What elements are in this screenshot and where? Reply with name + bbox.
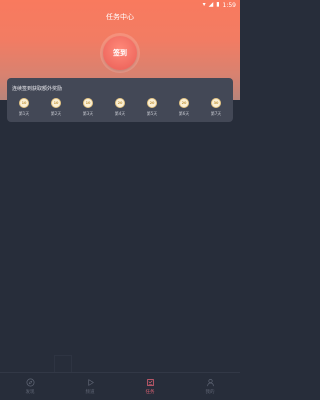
task-icon bbox=[146, 378, 154, 387]
coin-icon: 10 bbox=[51, 98, 61, 108]
streak-day-4: 20 第4天 bbox=[111, 98, 129, 117]
streak-day-5: 20 第5天 bbox=[143, 98, 161, 117]
streak-day-label: 第4天 bbox=[114, 111, 126, 116]
signin-button-ring: 签到 bbox=[100, 33, 140, 73]
tab-tasks[interactable]: 任务 bbox=[120, 373, 180, 400]
status-bar: ▾ ◢ ▮ 1:59 bbox=[0, 0, 240, 10]
compass-icon bbox=[26, 378, 34, 387]
wifi-icon: ▾ bbox=[202, 1, 206, 8]
tab-label: 我的 bbox=[205, 390, 215, 395]
coin-icon: 10 bbox=[83, 98, 93, 108]
signal-icon: ◢ bbox=[208, 1, 214, 8]
streak-day-1: 10 第1天 bbox=[15, 98, 33, 117]
streak-day-label: 第2天 bbox=[50, 111, 62, 116]
streak-day-label: 第6天 bbox=[178, 111, 190, 116]
tab-label: 发现 bbox=[25, 390, 35, 395]
status-time: 1:59 bbox=[222, 1, 236, 9]
tab-label: 任务 bbox=[145, 390, 155, 395]
streak-day-label: 第3天 bbox=[82, 111, 94, 116]
coin-icon: 20 bbox=[179, 98, 189, 108]
coin-icon: 20 bbox=[147, 98, 157, 108]
user-icon bbox=[206, 378, 214, 387]
bottom-tab-bar: 发现 频道 任务 我的 bbox=[0, 372, 240, 400]
streak-day-label: 第7天 bbox=[210, 111, 222, 116]
play-icon bbox=[87, 379, 94, 386]
signin-button[interactable]: 签到 bbox=[103, 36, 137, 70]
coin-icon: 30 bbox=[211, 98, 221, 108]
coin-icon: 20 bbox=[115, 98, 125, 108]
tab-discover[interactable]: 发现 bbox=[0, 373, 60, 400]
streak-card: 连续签到获取额外奖励 10 第1天 10 第2天 10 第3天 20 第4天 2… bbox=[7, 78, 233, 122]
streak-day-3: 10 第3天 bbox=[79, 98, 97, 117]
streak-day-2: 10 第2天 bbox=[47, 98, 65, 117]
streak-day-6: 20 第6天 bbox=[175, 98, 193, 117]
battery-icon: ▮ bbox=[216, 1, 220, 8]
streak-day-label: 第5天 bbox=[146, 111, 158, 116]
streak-card-title: 连续签到获取额外奖励 bbox=[12, 86, 63, 92]
streak-day-label: 第1天 bbox=[18, 111, 30, 116]
coin-icon: 10 bbox=[19, 98, 29, 108]
tab-label: 频道 bbox=[85, 390, 95, 395]
tab-channel[interactable]: 频道 bbox=[60, 373, 120, 400]
streak-days: 10 第1天 10 第2天 10 第3天 20 第4天 20 第5天 20 第6… bbox=[15, 98, 225, 117]
streak-day-7: 30 第7天 bbox=[207, 98, 225, 117]
page-title: 任务中心 bbox=[106, 13, 134, 21]
tab-mine[interactable]: 我的 bbox=[180, 373, 240, 400]
